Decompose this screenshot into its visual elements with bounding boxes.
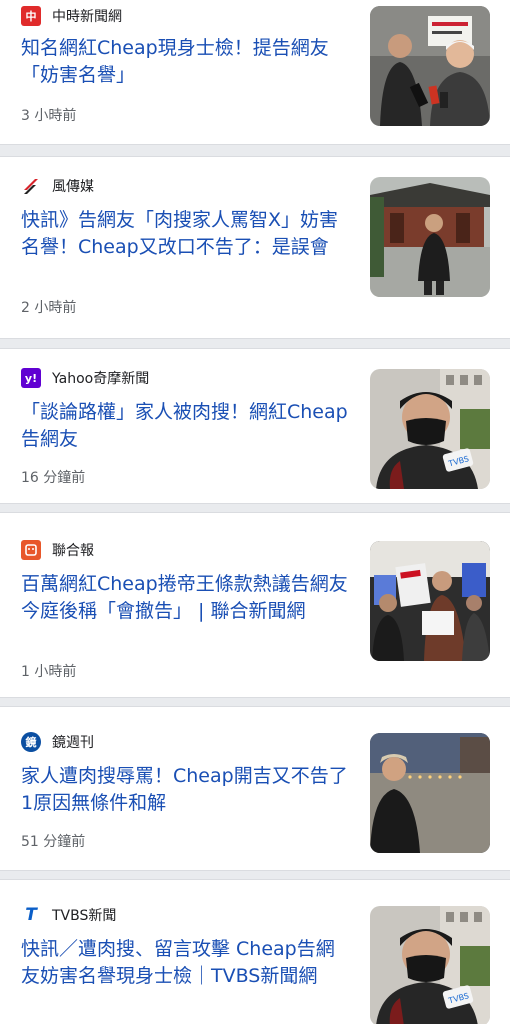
article-time: 51 分鐘前 <box>21 834 86 850</box>
yahoo-logo-icon: y! <box>21 368 41 388</box>
source-row: 鏡 鏡週刊 <box>21 731 94 753</box>
source-name: Yahoo奇摩新聞 <box>52 371 150 387</box>
article-time: 16 分鐘前 <box>21 470 86 486</box>
source-row: 聯合報 <box>21 539 94 561</box>
article-title[interactable]: 快訊／遭肉搜、留言攻擊 Cheap告網友妨害名譽現身士檢｜TVBS新聞網 <box>21 936 351 990</box>
article-time: 3 小時前 <box>21 108 77 124</box>
article-thumbnail[interactable] <box>370 6 490 126</box>
source-row: y! Yahoo奇摩新聞 <box>21 367 149 389</box>
tvbs-logo-icon: T <box>21 905 41 925</box>
news-card[interactable]: 中 中時新聞網 知名網紅Cheap現身士檢！提告網友「妨害名譽」 3 小時前 <box>0 0 510 145</box>
news-feed: 中 中時新聞網 知名網紅Cheap現身士檢！提告網友「妨害名譽」 3 小時前 風… <box>0 0 510 1024</box>
source-name: TVBS新聞 <box>52 908 117 924</box>
article-time: 1 小時前 <box>21 664 77 680</box>
source-row: T TVBS新聞 <box>21 904 116 926</box>
protest-signs-photo <box>370 541 490 661</box>
article-thumbnail[interactable] <box>370 177 490 297</box>
udn-logo-icon <box>21 540 41 560</box>
article-thumbnail[interactable] <box>370 733 490 853</box>
news-card[interactable]: 鏡 鏡週刊 家人遭肉搜辱罵！Cheap開吉又不告了 1原因無條件和解 51 分鐘… <box>0 706 510 871</box>
article-title[interactable]: 家人遭肉搜辱罵！Cheap開吉又不告了 1原因無條件和解 <box>21 763 351 817</box>
night-plaza-photo <box>370 733 490 853</box>
source-row: 中 中時新聞網 <box>21 5 122 27</box>
mirror-media-logo-icon: 鏡 <box>21 732 41 752</box>
article-title[interactable]: 快訊》告網友「肉搜家人罵智X」妨害名譽！Cheap又改口不告了：是誤會 <box>21 207 351 261</box>
article-time: 2 小時前 <box>21 300 77 316</box>
article-thumbnail[interactable] <box>370 541 490 661</box>
masked-man-microphone-photo: TVBS <box>370 369 490 489</box>
article-title[interactable]: 知名網紅Cheap現身士檢！提告網友「妨害名譽」 <box>21 35 351 89</box>
article-title[interactable]: 「談論路權」家人被肉搜！網紅Cheap告網友 <box>21 399 351 453</box>
temple-courtyard-photo <box>370 177 490 297</box>
chinatimes-logo-icon: 中 <box>21 6 41 26</box>
news-card[interactable]: 聯合報 百萬網紅Cheap捲帝王條款熱議告網友今庭後稱「會撤告」 | 聯合新聞網… <box>0 512 510 698</box>
news-card[interactable]: 風傳媒 快訊》告網友「肉搜家人罵智X」妨害名譽！Cheap又改口不告了：是誤會 … <box>0 156 510 339</box>
article-title[interactable]: 百萬網紅Cheap捲帝王條款熱議告網友今庭後稱「會撤告」 | 聯合新聞網 <box>21 571 351 625</box>
news-card[interactable]: y! Yahoo奇摩新聞 「談論路權」家人被肉搜！網紅Cheap告網友 16 分… <box>0 348 510 504</box>
article-thumbnail[interactable]: TVBS <box>370 906 490 1024</box>
source-name: 鏡週刊 <box>52 735 94 751</box>
press-scrum-photo <box>370 6 490 126</box>
source-name: 聯合報 <box>52 543 94 559</box>
source-name: 中時新聞網 <box>52 9 122 25</box>
source-row: 風傳媒 <box>21 175 94 197</box>
masked-man-microphone-photo: TVBS <box>370 906 490 1024</box>
storm-media-logo-icon <box>21 176 41 196</box>
source-name: 風傳媒 <box>52 179 94 195</box>
article-thumbnail[interactable]: TVBS <box>370 369 490 489</box>
news-card[interactable]: T TVBS新聞 快訊／遭肉搜、留言攻擊 Cheap告網友妨害名譽現身士檢｜TV… <box>0 879 510 1024</box>
